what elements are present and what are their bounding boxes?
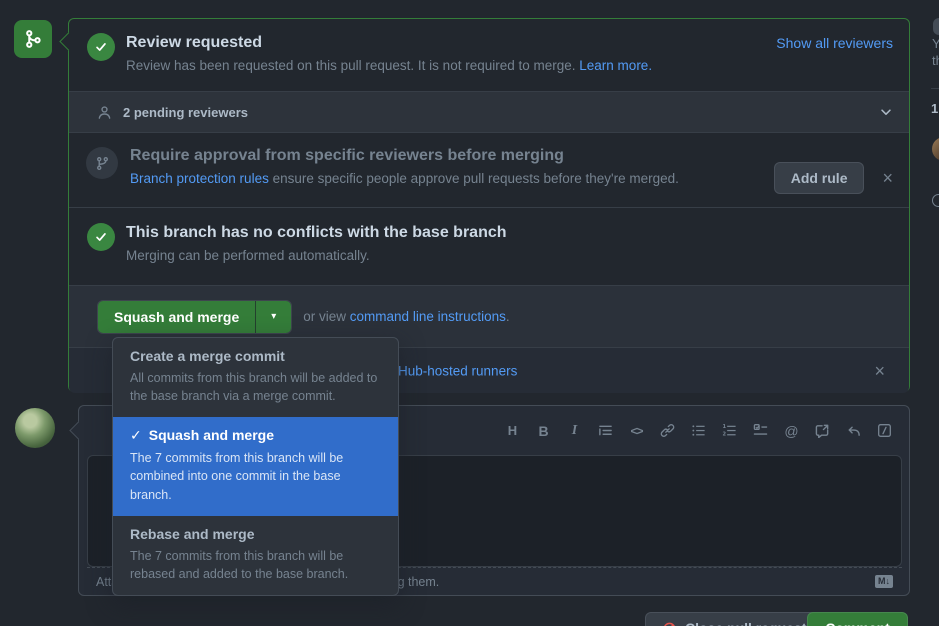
git-merge-icon — [23, 29, 43, 49]
no-conflicts-section: This branch has no conflicts with the ba… — [69, 207, 909, 285]
check-circle-icon — [87, 33, 115, 61]
learn-more-link[interactable]: Learn more. — [579, 58, 652, 73]
require-approval-description: Branch protection rules ensure specific … — [130, 171, 679, 186]
pending-reviewers-label: 2 pending reviewers — [123, 105, 248, 120]
sidebar-clipped-count: 1 — [931, 101, 938, 116]
dropdown-item-create-merge-commit[interactable]: Create a merge commit All commits from t… — [113, 338, 398, 417]
mention-icon[interactable]: @ — [782, 421, 801, 440]
pull-request-merge-screen: Review requested Review has been request… — [0, 0, 939, 626]
no-conflicts-title: This branch has no conflicts with the ba… — [126, 223, 507, 243]
hosted-runners-link[interactable]: Hub-hosted runners — [398, 363, 517, 378]
require-approval-texts: Require approval from specific reviewers… — [130, 146, 679, 207]
no-conflicts-description: Merging can be performed automatically. — [126, 248, 507, 263]
cross-reference-icon[interactable] — [813, 421, 832, 440]
task-list-icon[interactable] — [751, 421, 770, 440]
pr-closed-icon — [662, 621, 677, 626]
heading-icon[interactable]: H — [503, 421, 522, 440]
merge-button-group: Squash and merge ▾ — [97, 300, 292, 334]
check-icon: ✓ — [130, 427, 142, 443]
unordered-list-icon[interactable] — [689, 421, 708, 440]
review-requested-title: Review requested — [126, 33, 652, 53]
close-pull-request-label: Close pull request — [685, 620, 806, 626]
sidebar-clipped-text: th — [932, 53, 939, 68]
sidebar-divider — [931, 88, 939, 89]
timeline-merge-badge — [14, 20, 52, 58]
chevron-down-icon — [879, 105, 893, 119]
review-requested-texts: Review requested Review has been request… — [126, 33, 652, 91]
slash-command-icon[interactable] — [875, 421, 894, 440]
person-icon — [97, 105, 112, 120]
merge-options-dropdown-button[interactable]: ▾ — [255, 301, 291, 333]
quote-icon[interactable] — [596, 421, 615, 440]
svg-text:1: 1 — [722, 424, 726, 430]
ordered-list-icon[interactable]: 12 — [720, 421, 739, 440]
add-rule-button[interactable]: Add rule — [774, 162, 865, 194]
command-line-instructions-link[interactable]: command line instructions — [350, 309, 506, 324]
dropdown-item-squash-and-merge[interactable]: ✓Squash and merge The 7 commits from thi… — [113, 417, 398, 515]
review-requested-section: Review requested Review has been request… — [69, 19, 909, 91]
sidebar-clipped-button — [933, 18, 939, 35]
close-pull-request-button[interactable]: Close pull request — [645, 612, 823, 626]
link-icon[interactable] — [658, 421, 677, 440]
dropdown-item-title: Create a merge commit — [130, 348, 381, 364]
squash-and-merge-button[interactable]: Squash and merge — [98, 301, 255, 333]
dropdown-item-rebase-and-merge[interactable]: Rebase and merge The 7 commits from this… — [113, 516, 398, 595]
require-approval-controls: Add rule × — [774, 146, 893, 207]
branch-protection-rules-link[interactable]: Branch protection rules — [130, 171, 269, 186]
user-avatar[interactable] — [15, 408, 55, 448]
markdown-supported-icon[interactable]: M↓ — [875, 575, 893, 588]
dropdown-item-description: The 7 commits from this branch will be c… — [130, 449, 381, 503]
dropdown-item-description: The 7 commits from this branch will be r… — [130, 547, 381, 583]
require-approval-title: Require approval from specific reviewers… — [130, 146, 679, 166]
sidebar-participant-avatar[interactable] — [932, 137, 939, 161]
dismiss-notice-icon[interactable]: × — [874, 362, 885, 380]
sidebar-clipped-icon — [932, 194, 939, 207]
require-approval-section: Require approval from specific reviewers… — [69, 133, 909, 207]
dismiss-require-icon[interactable]: × — [882, 169, 893, 187]
comment-button[interactable]: Comment — [807, 612, 908, 626]
merge-box: Review requested Review has been request… — [68, 18, 910, 392]
git-branch-icon — [86, 147, 118, 179]
bold-icon[interactable]: B — [534, 421, 553, 440]
check-circle-icon — [87, 223, 115, 251]
dropdown-item-title: Rebase and merge — [130, 526, 381, 542]
merge-options-dropdown: Create a merge commit All commits from t… — [112, 337, 399, 596]
dropdown-item-title: ✓Squash and merge — [130, 427, 381, 444]
italic-icon[interactable]: I — [565, 421, 584, 440]
svg-text:2: 2 — [722, 432, 726, 438]
show-all-reviewers-link[interactable]: Show all reviewers — [776, 33, 893, 91]
sidebar-clipped-text: Y — [932, 36, 939, 51]
dropdown-item-description: All commits from this branch will be add… — [130, 369, 381, 405]
no-conflicts-texts: This branch has no conflicts with the ba… — [126, 223, 507, 285]
review-requested-description: Review has been requested on this pull r… — [126, 58, 652, 73]
pending-reviewers-row[interactable]: 2 pending reviewers — [69, 91, 909, 133]
command-line-hint: or view command line instructions. — [303, 309, 509, 324]
reply-icon[interactable] — [844, 421, 863, 440]
code-icon[interactable]: <> — [627, 421, 646, 440]
